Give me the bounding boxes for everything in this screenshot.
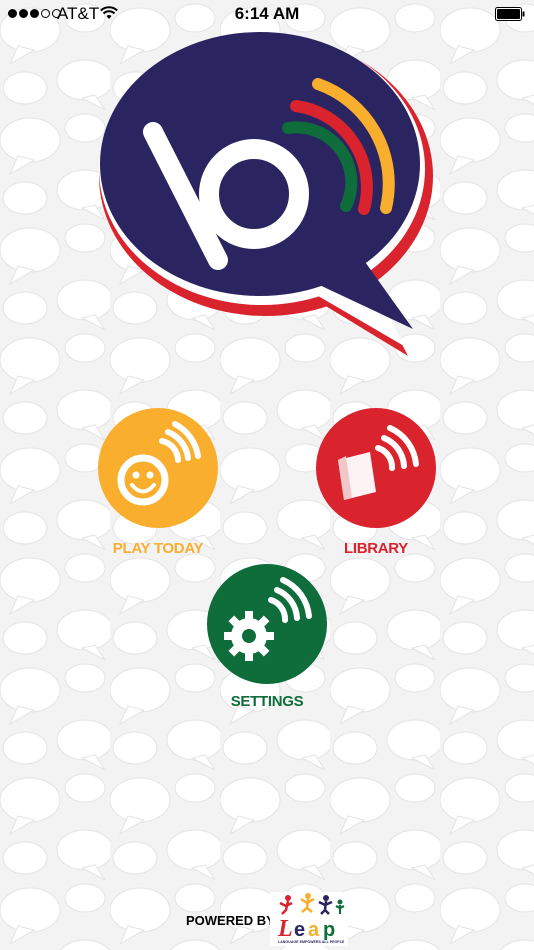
- status-time: 6:14 AM: [234, 4, 300, 23]
- leap-logo: L e a p LANGUAGE EMPOWERS ALL PEOPLE: [270, 892, 348, 946]
- play-today-label[interactable]: PLAY TODAY: [58, 540, 258, 557]
- svg-text:LANGUAGE EMPOWERS ALL PEOPLE: LANGUAGE EMPOWERS ALL PEOPLE: [278, 940, 345, 944]
- speech-bubble-b-logo-icon: [99, 32, 433, 356]
- library-label[interactable]: LIBRARY: [276, 540, 476, 557]
- svg-text:p: p: [323, 919, 335, 941]
- settings-label[interactable]: SETTINGS: [167, 693, 367, 710]
- svg-text:e: e: [294, 919, 305, 941]
- svg-text:a: a: [308, 919, 320, 941]
- powered-by-text: POWERED BY: [186, 913, 275, 928]
- gear-sound-icon: [207, 564, 327, 684]
- play-today-button[interactable]: [98, 408, 218, 528]
- svg-text:L: L: [277, 916, 293, 942]
- smiley-sound-icon: [98, 408, 218, 528]
- settings-button[interactable]: [207, 564, 327, 684]
- library-button[interactable]: [316, 408, 436, 528]
- battery-full-icon: [495, 7, 525, 21]
- book-sound-icon: [316, 408, 436, 528]
